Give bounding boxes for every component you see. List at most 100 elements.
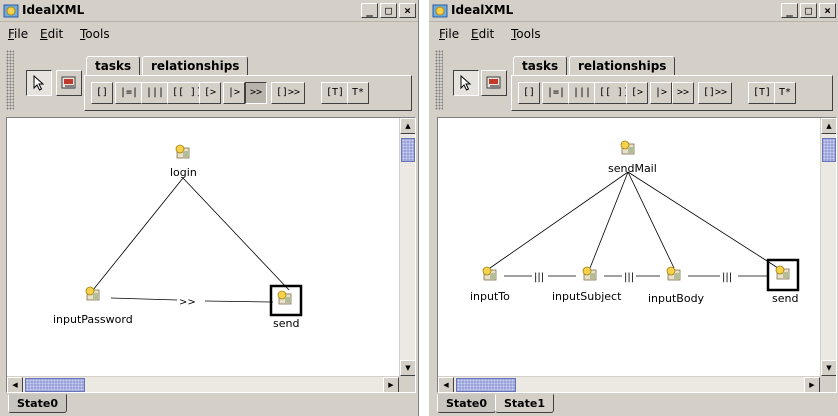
window-gap: [419, 0, 428, 416]
minimize-button[interactable]: _: [781, 3, 798, 18]
scroll-right-button[interactable]: ▶: [804, 377, 820, 392]
state-tab-state1[interactable]: State1: [495, 394, 554, 413]
pointer-tool-button[interactable]: [453, 70, 479, 96]
optional-operator-button[interactable]: [T]: [748, 82, 777, 104]
task-node-send[interactable]: send: [766, 258, 800, 305]
tool-area: tasks relationships [] |=| ||| [[ ]] [> …: [0, 46, 418, 114]
window-title: IdealXML: [22, 3, 85, 17]
task-icon: [482, 266, 497, 281]
disabling-operator-button[interactable]: [>: [199, 82, 222, 104]
task-node-login[interactable]: login: [170, 144, 197, 179]
task-diagram: >> login inputPassword send: [53, 144, 303, 330]
task-icon: [85, 286, 100, 301]
close-button[interactable]: ×: [399, 3, 416, 18]
window-left: IdealXML _ □ × File Edit Tools tasks rel…: [0, 0, 419, 416]
scroll-up-button[interactable]: ▲: [400, 118, 415, 134]
menu-edit[interactable]: Edit: [471, 27, 494, 41]
interleaving-operator-button[interactable]: |||: [568, 82, 597, 104]
task-node-send[interactable]: send: [269, 284, 303, 330]
vertical-scroll-thumb[interactable]: [822, 138, 836, 162]
pointer-icon: [460, 75, 472, 91]
jpg-image-icon: [486, 76, 501, 89]
order-independence-operator-button[interactable]: |=|: [115, 82, 144, 104]
tab-tasks[interactable]: tasks: [86, 56, 141, 76]
edge-login-send: [182, 177, 290, 291]
scroll-left-button[interactable]: ◀: [438, 377, 454, 392]
task-node-sendMail[interactable]: sendMail: [608, 140, 657, 175]
horizontal-scrollbar[interactable]: ◀ ▶: [438, 376, 820, 392]
toolbar-grip[interactable]: [6, 50, 14, 110]
order-independence-operator-button[interactable]: |=|: [542, 82, 571, 104]
tab-relationships[interactable]: relationships: [142, 56, 249, 76]
edge-sendMail-send: [627, 171, 779, 269]
edge-sequence-right: [204, 300, 274, 303]
state-tab-state0[interactable]: State0: [8, 394, 67, 413]
tab-relationships[interactable]: relationships: [569, 56, 676, 76]
minimize-button[interactable]: _: [361, 3, 378, 18]
close-button[interactable]: ×: [819, 3, 836, 18]
task-icon: [775, 265, 790, 280]
scroll-left-button[interactable]: ◀: [7, 377, 23, 392]
choice-operator-button[interactable]: []: [518, 82, 541, 104]
state-tab-state0[interactable]: State0: [437, 394, 496, 413]
diagram-canvas[interactable]: ||| ||| ||| sendMail inputTo inputSubjec…: [437, 117, 837, 393]
menu-file[interactable]: File: [8, 27, 28, 41]
edge-sequence-left: [110, 297, 178, 301]
export-jpg-button[interactable]: [56, 70, 82, 96]
task-label: inputPassword: [53, 313, 133, 326]
edge-sendMail-inputSubject: [589, 171, 629, 269]
iteration-operator-button[interactable]: T*: [774, 82, 797, 104]
task-diagram: ||| ||| ||| sendMail inputTo inputSubjec…: [470, 140, 800, 305]
menu-tools[interactable]: Tools: [80, 27, 110, 41]
vertical-scroll-thumb[interactable]: [401, 138, 415, 162]
enabling-info-operator-button[interactable]: []>>: [698, 82, 733, 104]
disabling-operator-button[interactable]: [>: [626, 82, 649, 104]
state-tab-bar: State0 State1: [429, 394, 838, 416]
task-node-inputBody[interactable]: inputBody: [648, 266, 705, 305]
horizontal-scroll-thumb[interactable]: [25, 378, 85, 392]
menu-tools[interactable]: Tools: [511, 27, 541, 41]
window-title: IdealXML: [451, 3, 514, 17]
task-icon: [620, 140, 635, 155]
scroll-right-button[interactable]: ▶: [383, 377, 399, 392]
task-node-inputSubject[interactable]: inputSubject: [552, 266, 622, 303]
maximize-button[interactable]: □: [380, 3, 397, 18]
title-bar[interactable]: IdealXML _ □ ×: [429, 0, 838, 22]
diagram-canvas[interactable]: >> login inputPassword send ▲ ▼ ◀ ▶: [6, 117, 416, 393]
horizontal-scrollbar[interactable]: ◀ ▶: [7, 376, 399, 392]
scroll-corner: [820, 376, 836, 392]
task-label: sendMail: [608, 162, 657, 175]
pointer-tool-button[interactable]: [26, 70, 52, 96]
toolbar-grip[interactable]: [435, 50, 443, 110]
interleaving-edge-label: |||: [534, 272, 544, 283]
vertical-scrollbar[interactable]: ▲ ▼: [399, 118, 415, 376]
title-bar[interactable]: IdealXML _ □ ×: [0, 0, 418, 22]
app-icon: [3, 4, 19, 18]
scroll-down-button[interactable]: ▼: [821, 360, 836, 376]
operator-panel: [] |=| ||| [[ ]] [> |> >> []>> [T] T*: [84, 75, 412, 111]
export-jpg-button[interactable]: [481, 70, 507, 96]
tab-tasks[interactable]: tasks: [513, 56, 568, 76]
edge-login-inputPassword: [92, 177, 184, 291]
enabling-operator-button[interactable]: >>: [672, 82, 695, 104]
menu-edit[interactable]: Edit: [40, 27, 63, 41]
iteration-operator-button[interactable]: T*: [347, 82, 370, 104]
enabling-info-operator-button[interactable]: []>>: [271, 82, 306, 104]
scroll-up-button[interactable]: ▲: [821, 118, 836, 134]
horizontal-scroll-thumb[interactable]: [456, 378, 516, 392]
jpg-image-icon: [61, 76, 76, 89]
interleaving-edge-label: |||: [624, 272, 634, 283]
optional-operator-button[interactable]: [T]: [321, 82, 350, 104]
interleaving-operator-button[interactable]: |||: [141, 82, 170, 104]
scroll-down-button[interactable]: ▼: [400, 360, 415, 376]
maximize-button[interactable]: □: [800, 3, 817, 18]
enabling-operator-button[interactable]: >>: [245, 82, 268, 104]
task-node-inputTo[interactable]: inputTo: [470, 266, 510, 303]
vertical-scrollbar[interactable]: ▲ ▼: [820, 118, 836, 376]
menu-file[interactable]: File: [439, 27, 459, 41]
suspend-resume-operator-button[interactable]: |>: [650, 82, 673, 104]
suspend-resume-operator-button[interactable]: |>: [223, 82, 246, 104]
task-node-inputPassword[interactable]: inputPassword: [53, 286, 133, 326]
task-label: login: [170, 166, 197, 179]
choice-operator-button[interactable]: []: [91, 82, 114, 104]
